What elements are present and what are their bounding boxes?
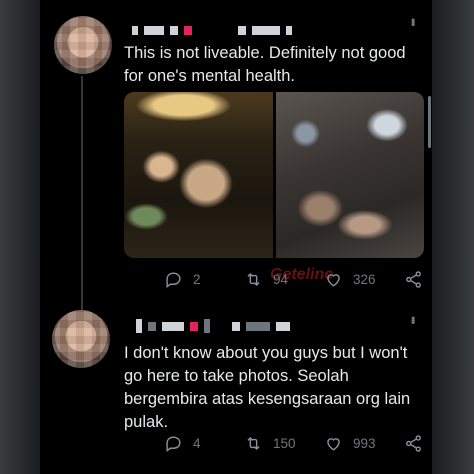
reply-button[interactable]: 2 [164, 270, 244, 289]
tweet-text: I don't know about you guys but I won't … [124, 344, 411, 431]
tweet-actions: 2 94 326 [164, 270, 423, 289]
like-button[interactable]: 993 [324, 434, 404, 453]
tweet-media[interactable] [124, 92, 424, 258]
retweet-icon [247, 272, 260, 287]
tweet-photo[interactable] [124, 92, 273, 258]
like-icon [327, 438, 340, 451]
more-icon[interactable]: ••• [406, 316, 420, 323]
left-blur-border [0, 0, 40, 474]
reply-button[interactable]: 4 [164, 434, 244, 453]
like-button[interactable]: 326 [324, 270, 404, 289]
right-blur-border [432, 0, 474, 474]
scrollbar[interactable] [428, 96, 431, 148]
share-button[interactable] [404, 270, 423, 289]
retweet-button[interactable]: 150 [244, 434, 324, 453]
tweet-text: This is not liveable. Definitely not goo… [124, 44, 406, 85]
retweet-count: 94 [273, 272, 289, 287]
like-count: 326 [353, 272, 376, 287]
reply-count: 2 [193, 272, 201, 287]
reply-count: 4 [193, 436, 201, 451]
thread-connector-line [81, 76, 83, 310]
share-icon [406, 271, 421, 288]
avatar[interactable] [54, 16, 112, 74]
reply-icon [166, 436, 181, 453]
like-count: 993 [353, 436, 376, 451]
tweet-actions: 4 150 993 [164, 434, 423, 453]
censored-username [136, 319, 290, 333]
share-button[interactable] [404, 434, 423, 453]
censored-username [132, 24, 292, 36]
like-icon [327, 274, 340, 287]
reply-icon [166, 272, 181, 289]
share-icon [406, 435, 421, 452]
tweet-photo[interactable] [275, 92, 424, 258]
more-icon[interactable]: ••• [406, 18, 420, 25]
avatar[interactable] [52, 310, 110, 368]
tweet-thread: ••• This is not liveable. Definitely not… [40, 0, 432, 474]
retweet-button[interactable]: 94 [244, 270, 324, 289]
retweet-icon [247, 436, 260, 451]
retweet-count: 150 [273, 436, 296, 451]
